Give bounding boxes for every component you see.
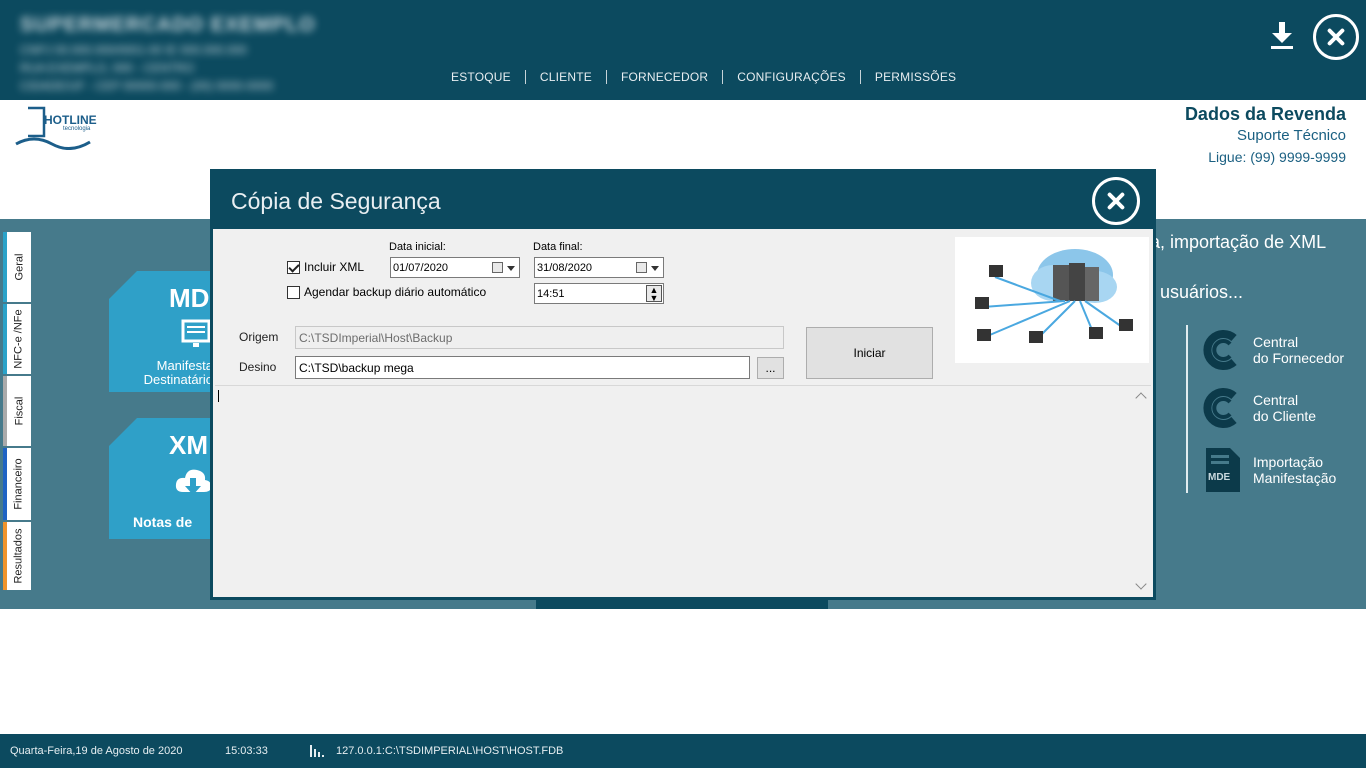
- company-line: RUA EXEMPLO, 000 - CENTRO: [20, 61, 195, 75]
- company-info-blurred: SUPERMERCADO EXEMPLO CNPJ 00.000.000/000…: [20, 14, 316, 93]
- dialog-close-icon[interactable]: [1092, 177, 1140, 225]
- scroll-up-icon[interactable]: [1135, 392, 1147, 404]
- status-date: Quarta-Feira,19 de Agosto de 2020: [10, 745, 183, 757]
- central-cliente-icon: [1203, 388, 1237, 428]
- card-mde[interactable]: MD Manifesta Destinatário: [109, 271, 219, 392]
- dialog-body: Incluir XML Agendar backup diário automá…: [213, 229, 1153, 597]
- network-cloud-illustration: [955, 237, 1149, 363]
- center-strip: [536, 599, 828, 609]
- link-importacao-line2: Manifestação: [1253, 470, 1337, 486]
- side-tabs: Geral NFC-e /NFe Fiscal Financeiro Resul…: [3, 232, 31, 592]
- link-central-fornecedor[interactable]: Central do Fornecedor: [1200, 328, 1344, 372]
- origin-label: Origem: [239, 330, 279, 344]
- promo-text-line1: a, importação de XML: [1150, 232, 1327, 252]
- start-backup-button[interactable]: Iniciar: [806, 327, 933, 379]
- card-xml[interactable]: XM Notas de: [109, 418, 219, 539]
- destination-label: Desino: [239, 360, 277, 374]
- company-name: SUPERMERCADO EXEMPLO: [20, 14, 316, 36]
- central-fornecedor-icon: [1203, 330, 1237, 370]
- text-caret: [218, 390, 219, 402]
- nav-permissoes[interactable]: PERMISSÕES: [859, 70, 970, 84]
- download-icon[interactable]: [1270, 22, 1294, 50]
- nav-estoque[interactable]: ESTOQUE: [437, 70, 525, 84]
- backup-dialog: Cópia de Segurança Incluir XML Agendar b…: [210, 169, 1156, 600]
- card-xml-title: XM: [169, 430, 208, 460]
- promo-text-line3: , usuários...: [1150, 282, 1244, 302]
- link-central-fornecedor-line1: Central: [1253, 334, 1299, 350]
- monitor-icon: [181, 319, 211, 347]
- destination-value: C:\TSD\backup mega: [299, 360, 414, 375]
- link-central-fornecedor-line2: do Fornecedor: [1253, 350, 1345, 366]
- backup-time-value: 14:51: [537, 287, 565, 300]
- destination-field[interactable]: C:\TSD\backup mega: [295, 356, 750, 379]
- database-signal-icon: [310, 745, 324, 757]
- dialog-title: Cópia de Segurança: [231, 188, 441, 214]
- tab-financeiro-label: Financeiro: [13, 458, 26, 510]
- link-central-cliente-line1: Central: [1253, 392, 1299, 408]
- origin-field: C:\TSDImperial\Host\Backup: [295, 326, 784, 349]
- divider: [1186, 325, 1188, 493]
- backup-log-area[interactable]: [215, 385, 1151, 595]
- start-date-label: Data inicial:: [389, 241, 446, 253]
- top-bar: SUPERMERCADO EXEMPLO CNPJ 00.000.000/000…: [0, 0, 1366, 100]
- reseller-title: Dados da Revenda: [1184, 104, 1346, 124]
- mde-badge: MDE: [1208, 472, 1231, 483]
- tab-geral-label: Geral: [13, 253, 25, 281]
- tab-resultados-label: Resultados: [13, 528, 26, 584]
- include-xml-check[interactable]: [287, 260, 300, 274]
- dropdown-arrow-icon: [651, 266, 659, 271]
- dropdown-arrow-icon: [507, 266, 515, 271]
- tab-resultados[interactable]: Resultados: [3, 522, 31, 590]
- cloud-download-icon: [175, 469, 212, 495]
- calendar-icon: [492, 262, 503, 273]
- link-importacao-line1: Importação: [1253, 454, 1324, 470]
- card-mde-line1: Manifesta: [156, 358, 213, 373]
- tab-fiscal[interactable]: Fiscal: [3, 376, 31, 446]
- schedule-backup-label: Agendar backup diário automático: [304, 285, 487, 299]
- tab-fiscal-label: Fiscal: [13, 396, 26, 426]
- backup-time-field[interactable]: 14:51 ▲ ▼: [534, 283, 664, 304]
- tab-nfce-nfe-label: NFC-e /NFe: [13, 309, 25, 369]
- link-importacao-manifestacao[interactable]: MDE Importação Manifestação: [1200, 446, 1336, 494]
- logo-tagline: tecnologia: [63, 126, 91, 132]
- time-spinner[interactable]: ▲ ▼: [646, 285, 662, 303]
- card-xml-bottom: Notas de: [133, 514, 193, 530]
- log-scrollbar[interactable]: [1133, 388, 1149, 594]
- end-date-label: Data final:: [533, 241, 583, 253]
- support-label: Suporte Técnico: [1237, 127, 1346, 144]
- nav-configuracoes[interactable]: CONFIGURAÇÕES: [722, 70, 860, 84]
- end-date-picker[interactable]: 31/08/2020: [534, 257, 664, 278]
- tab-geral[interactable]: Geral: [3, 232, 31, 302]
- schedule-backup-checkbox[interactable]: Agendar backup diário automático: [287, 285, 486, 299]
- nav-fornecedor[interactable]: FORNECEDOR: [605, 70, 722, 84]
- include-xml-label: Incluir XML: [304, 260, 365, 274]
- logo-name: HOTLINE: [44, 113, 97, 127]
- status-time: 15:03:33: [225, 745, 268, 757]
- card-mde-title: MD: [169, 283, 210, 313]
- status-database: 127.0.0.1:C:\TSDIMPERIAL\HOST\HOST.FDB: [336, 745, 564, 757]
- company-line: CNPJ 00.000.000/0001-00 IE 000.000.000: [20, 43, 247, 57]
- card-mde-line2: Destinatário: [143, 372, 213, 387]
- schedule-backup-check[interactable]: [287, 285, 300, 299]
- reseller-info: Dados da Revenda Suporte Técnico Ligue: …: [1185, 104, 1346, 165]
- tab-financeiro[interactable]: Financeiro: [3, 448, 31, 520]
- calendar-icon: [636, 262, 647, 273]
- company-line: CIDADE/UF - CEP 00000-000 - (00) 0000-00…: [20, 79, 274, 93]
- mde-document-icon: MDE: [1200, 446, 1244, 494]
- support-phone: Ligue: (99) 9999-9999: [1208, 149, 1346, 165]
- end-date-value: 31/08/2020: [537, 261, 593, 274]
- start-date-picker[interactable]: 01/07/2020: [390, 257, 520, 278]
- tab-nfce-nfe[interactable]: NFC-e /NFe: [3, 304, 31, 374]
- scroll-down-icon[interactable]: [1135, 578, 1147, 590]
- link-central-cliente[interactable]: Central do Cliente: [1200, 386, 1316, 430]
- status-bar: Quarta-Feira,19 de Agosto de 2020 15:03:…: [0, 734, 1366, 768]
- top-navigation: ESTOQUE CLIENTE FORNECEDOR CONFIGURAÇÕES…: [437, 70, 970, 84]
- close-app-icon[interactable]: [1313, 14, 1359, 60]
- include-xml-checkbox[interactable]: Incluir XML: [287, 260, 364, 274]
- link-central-cliente-line2: do Cliente: [1253, 408, 1317, 424]
- start-date-value: 01/07/2020: [393, 261, 449, 274]
- browse-button[interactable]: ...: [757, 357, 784, 379]
- nav-cliente[interactable]: CLIENTE: [524, 70, 606, 84]
- origin-value: C:\TSDImperial\Host\Backup: [299, 330, 453, 345]
